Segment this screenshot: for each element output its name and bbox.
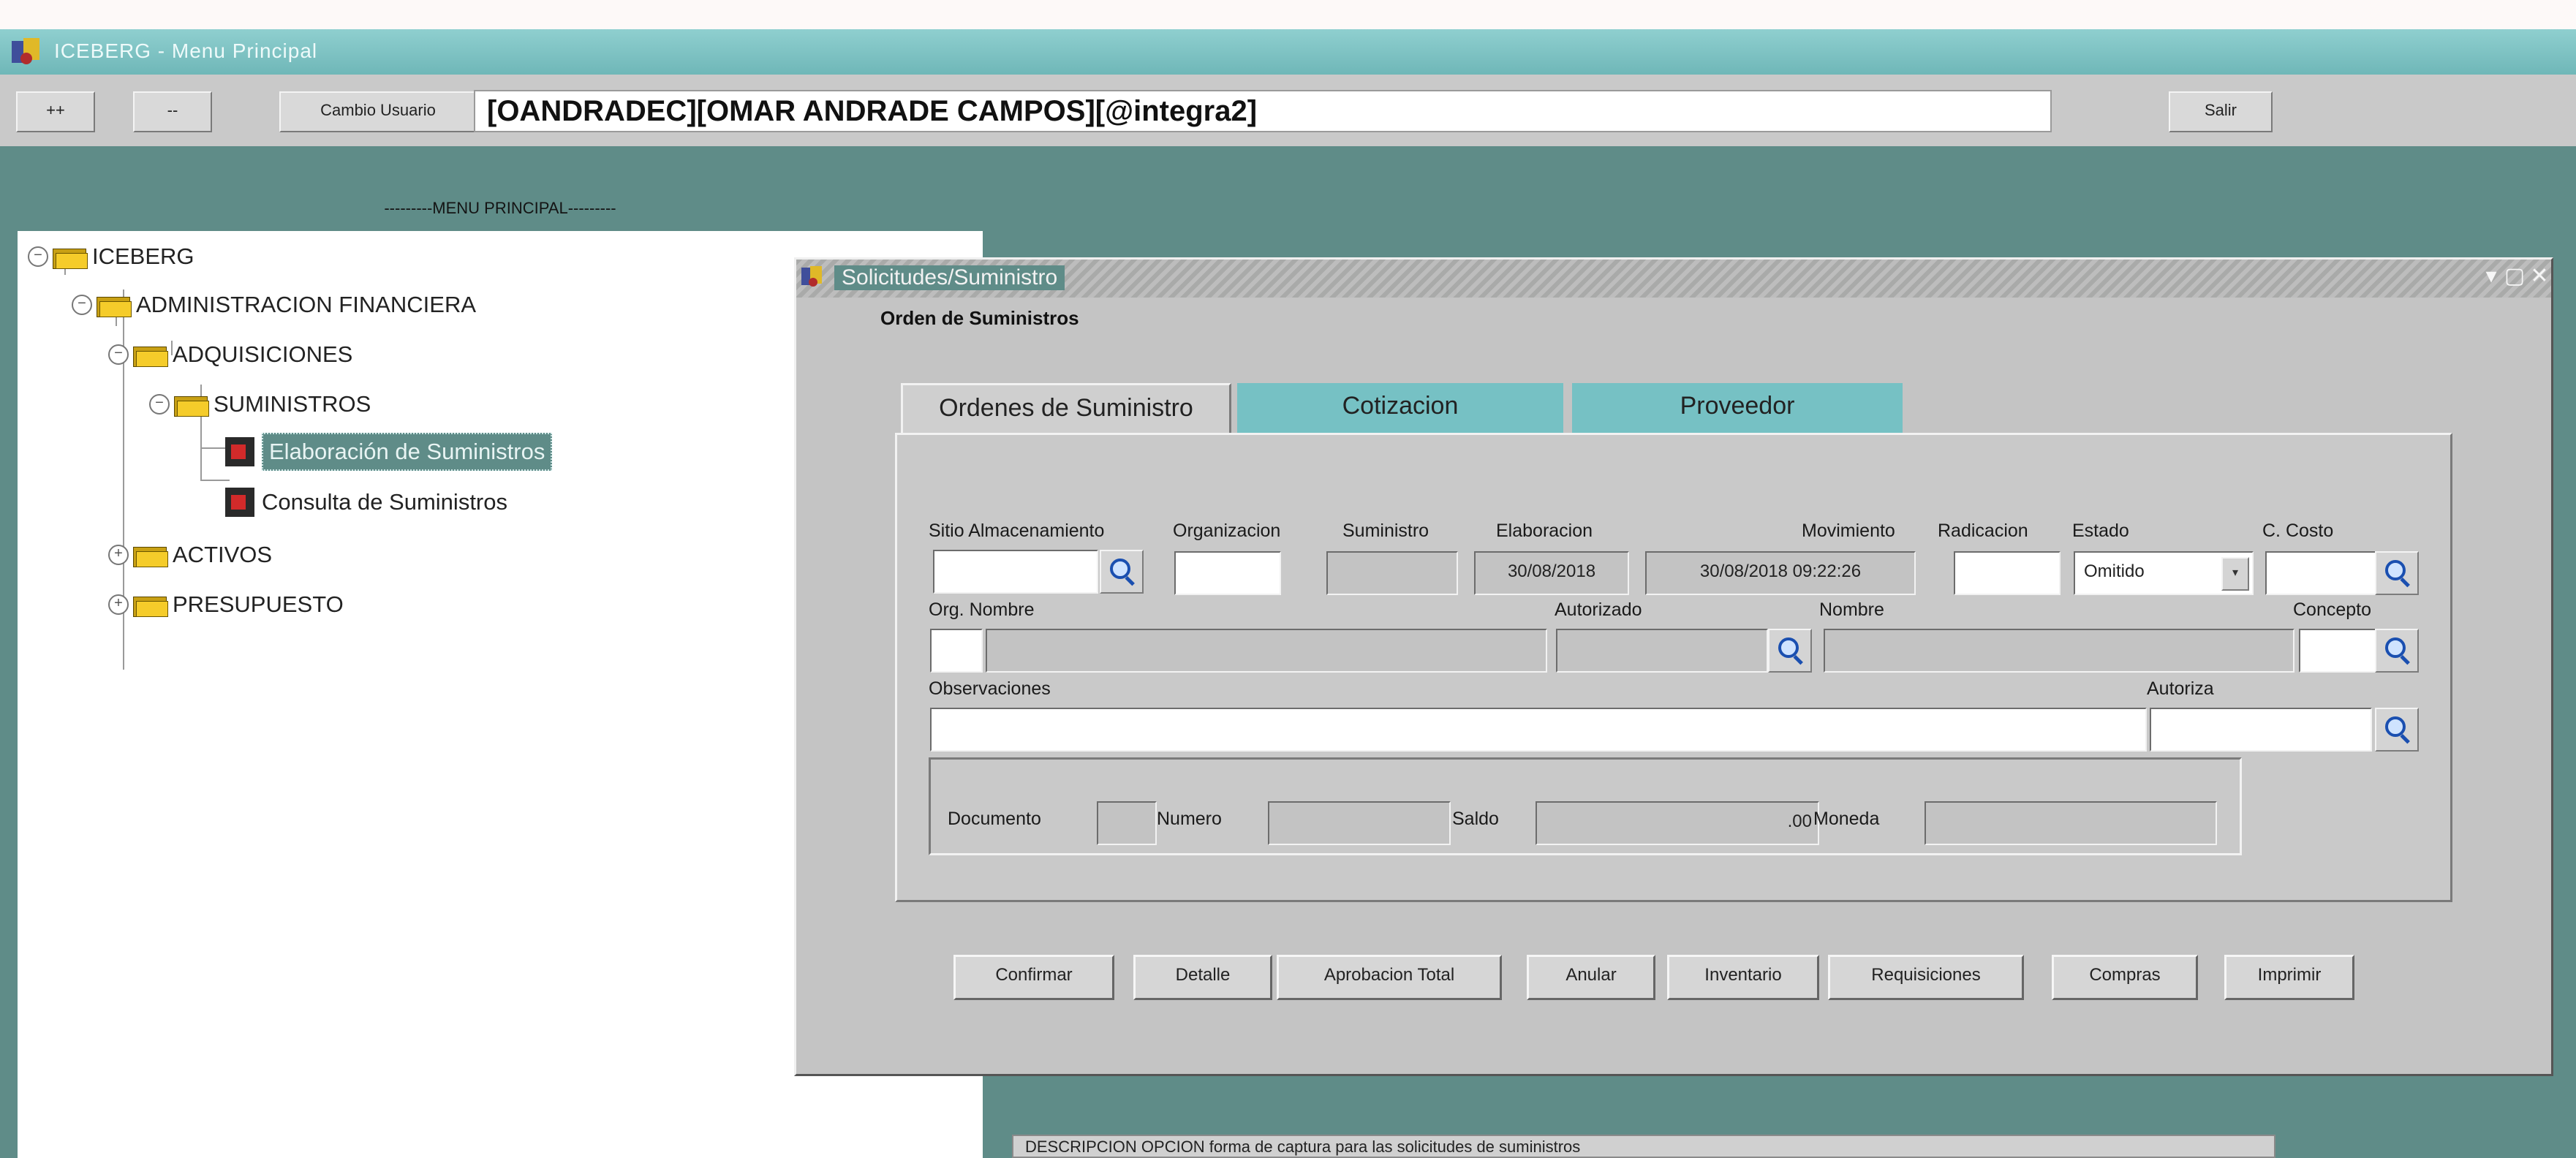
tree-toggle-icon[interactable]: + [108, 594, 129, 615]
tab-ordenes-suministro[interactable]: Ordenes de Suministro [901, 383, 1231, 437]
tab-cotizacion[interactable]: Cotizacion [1237, 383, 1563, 433]
anular-button[interactable]: Anular [1527, 955, 1655, 1000]
tree-item-adquisiciones[interactable]: − ADQUISICIONES [108, 336, 352, 373]
saldo-field: .00 [1536, 801, 1819, 845]
user-field: [OANDRADEC][OMAR ANDRADE CAMPOS][@integr… [474, 90, 2052, 132]
nombre-label: Nombre [1819, 599, 1884, 620]
oracle-forms-icon [801, 266, 822, 287]
tree-item-suministros[interactable]: − SUMINISTROS [149, 386, 371, 423]
suministro-label: Suministro [1342, 521, 1429, 541]
search-icon [2385, 716, 2406, 737]
search-icon [1778, 637, 1799, 658]
org-nombre-label: Org. Nombre [929, 599, 1035, 620]
search-icon [1110, 559, 1130, 579]
numero-label: Numero [1157, 809, 1222, 829]
numero-field [1268, 801, 1451, 845]
app-titlebar: ICEBERG - Menu Principal [0, 29, 2576, 75]
close-icon[interactable]: ✕ [2528, 265, 2550, 288]
autoriza-input[interactable] [2150, 708, 2372, 752]
folder-open-icon [53, 246, 88, 269]
folder-closed-icon [133, 544, 168, 567]
compras-button[interactable]: Compras [2052, 955, 2198, 1000]
radicacion-input[interactable] [1954, 551, 2061, 595]
observaciones-input[interactable] [930, 708, 2147, 752]
folder-closed-icon [133, 594, 168, 617]
concepto-lov-button[interactable] [2375, 629, 2419, 673]
concepto-label: Concepto [2293, 599, 2372, 620]
inventario-button[interactable]: Inventario [1667, 955, 1819, 1000]
concepto-input[interactable] [2299, 629, 2376, 673]
autorizado-label: Autorizado [1555, 599, 1642, 620]
change-user-button[interactable]: Cambio Usuario [279, 91, 477, 132]
app-title: ICEBERG - Menu Principal [54, 39, 318, 62]
form-title: Solicitudes/Suministro [834, 265, 1065, 290]
search-icon [2385, 637, 2406, 658]
confirmar-button[interactable]: Confirmar [953, 955, 1114, 1000]
chevron-down-icon[interactable]: ▾ [2221, 557, 2249, 591]
tree-item-presupuesto[interactable]: + PRESUPUESTO [108, 586, 344, 623]
org-code-input[interactable] [930, 629, 983, 673]
menu-caption: ---------MENU PRINCIPAL--------- [384, 199, 616, 217]
form-icon [225, 437, 254, 466]
org-nombre-field [986, 629, 1547, 673]
expand-all-button[interactable]: ++ [16, 91, 95, 132]
aprobacion-total-button[interactable]: Aprobacion Total [1277, 955, 1502, 1000]
search-icon [2385, 560, 2406, 580]
autoriza-lov-button[interactable] [2375, 708, 2419, 752]
sitio-label: Sitio Almacenamiento [929, 521, 1105, 541]
sitio-input[interactable] [933, 550, 1098, 594]
autoriza-label: Autoriza [2147, 678, 2214, 699]
form-icon [225, 488, 254, 517]
autorizado-field [1556, 629, 1768, 673]
oracle-forms-icon [12, 38, 39, 64]
nombre-field [1824, 629, 2294, 673]
c-costo-input[interactable] [2265, 551, 2376, 595]
suministro-field [1326, 551, 1458, 595]
tree-toggle-icon[interactable]: − [72, 295, 92, 315]
requisiciones-button[interactable]: Requisiciones [1828, 955, 2024, 1000]
elaboracion-label: Elaboracion [1496, 521, 1593, 541]
c-costo-label: C. Costo [2262, 521, 2334, 541]
form-titlebar[interactable]: Solicitudes/Suministro [796, 260, 2551, 298]
documento-label: Documento [948, 809, 1041, 829]
exit-button[interactable]: Salir [2169, 91, 2273, 132]
minimize-icon[interactable]: ▾ [2480, 265, 2502, 288]
tree-toggle-icon[interactable]: − [149, 394, 170, 415]
sitio-lov-button[interactable] [1100, 550, 1144, 594]
folder-open-icon [133, 344, 168, 367]
estado-select[interactable]: Omitido ▾ [2074, 551, 2254, 595]
autorizado-lov-button[interactable] [1768, 629, 1812, 673]
imprimir-button[interactable]: Imprimir [2224, 955, 2354, 1000]
tree-toggle-icon[interactable]: − [28, 246, 48, 267]
tree-toggle-icon[interactable]: + [108, 545, 129, 565]
c-costo-lov-button[interactable] [2375, 551, 2419, 595]
observaciones-label: Observaciones [929, 678, 1051, 699]
tree-toggle-icon[interactable]: − [108, 344, 129, 365]
folder-open-icon [97, 294, 132, 317]
collapse-all-button[interactable]: -- [133, 91, 212, 132]
movimiento-field: 30/08/2018 09:22:26 [1645, 551, 1916, 595]
form-subtitle: Orden de Suministros [880, 307, 1079, 329]
tree-item-elaboracion[interactable]: Elaboración de Suministros [225, 431, 553, 472]
folder-open-icon [174, 393, 209, 417]
moneda-field [1925, 801, 2217, 845]
tree-item-consulta[interactable]: Consulta de Suministros [225, 484, 507, 521]
tree-item-activos[interactable]: + ACTIVOS [108, 537, 272, 573]
tree-item-iceberg[interactable]: − ICEBERG [28, 238, 194, 275]
organizacion-label: Organizacion [1173, 521, 1281, 541]
movimiento-label: Movimiento [1802, 521, 1895, 541]
saldo-label: Saldo [1452, 809, 1499, 829]
estado-label: Estado [2072, 521, 2129, 541]
documento-field [1097, 801, 1157, 845]
elaboracion-field: 30/08/2018 [1474, 551, 1629, 595]
detalle-button[interactable]: Detalle [1133, 955, 1272, 1000]
tab-proveedor[interactable]: Proveedor [1572, 383, 1903, 433]
organizacion-input[interactable] [1174, 551, 1281, 595]
radicacion-label: Radicacion [1938, 521, 2028, 541]
moneda-label: Moneda [1813, 809, 1880, 829]
description-bar: DESCRIPCION OPCION forma de captura para… [1012, 1135, 2275, 1158]
maximize-icon[interactable]: ▢ [2504, 265, 2526, 288]
tree-item-administracion[interactable]: − ADMINISTRACION FINANCIERA [72, 287, 476, 323]
